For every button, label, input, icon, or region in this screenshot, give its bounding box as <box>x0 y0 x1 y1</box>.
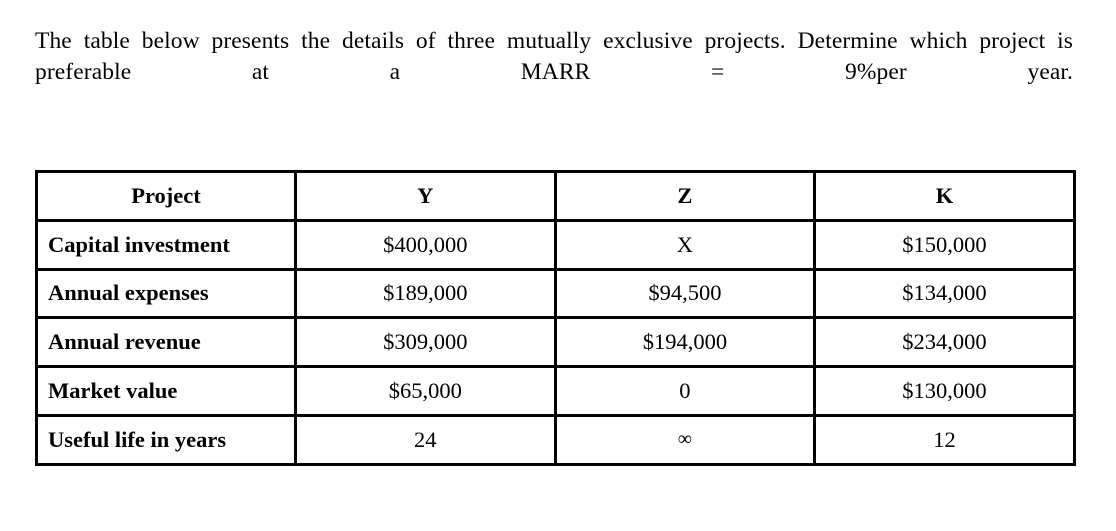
column-header-y: Y <box>294 170 557 222</box>
column-header-project: Project <box>35 170 297 222</box>
cell-capital-investment-y: $400,000 <box>294 218 557 271</box>
cell-annual-expenses-k: $134,000 <box>813 267 1076 320</box>
row-label-annual-revenue: Annual revenue <box>35 316 297 369</box>
column-header-k: K <box>813 170 1076 222</box>
cell-market-value-k: $130,000 <box>813 365 1076 417</box>
cell-useful-life-y: 24 <box>294 413 557 466</box>
row-label-market-value: Market value <box>35 365 297 417</box>
question-block: The table below presents the details of … <box>35 26 1073 119</box>
cell-annual-revenue-k: $234,000 <box>813 316 1076 369</box>
cell-annual-expenses-y: $189,000 <box>294 267 557 320</box>
cell-annual-revenue-y: $309,000 <box>294 316 557 369</box>
cell-capital-investment-k: $150,000 <box>813 218 1076 271</box>
column-header-z: Z <box>553 170 817 222</box>
row-label-useful-life: Useful life in years <box>35 413 297 466</box>
table-header: Project Y Z K <box>35 170 1076 222</box>
cell-annual-expenses-z: $94,500 <box>553 267 817 320</box>
row-label-annual-expenses: Annual expenses <box>35 267 297 320</box>
table-row: Useful life in years 24 ∞ 12 <box>35 413 1076 466</box>
table-row: Annual revenue $309,000 $194,000 $234,00… <box>35 316 1076 369</box>
page-root: The table below presents the details of … <box>0 0 1116 531</box>
row-label-capital-investment: Capital investment <box>35 218 297 271</box>
project-comparison-table: Project Y Z K Capital investment $400,00… <box>35 170 1076 466</box>
cell-capital-investment-z: X <box>553 218 817 271</box>
project-table-container: Project Y Z K Capital investment $400,00… <box>35 170 1076 466</box>
question-text: The table below presents the details of … <box>35 28 1073 85</box>
cell-market-value-y: $65,000 <box>294 365 557 417</box>
cell-annual-revenue-z: $194,000 <box>553 316 817 369</box>
cell-useful-life-k: 12 <box>813 413 1076 466</box>
table-row: Capital investment $400,000 X $150,000 <box>35 218 1076 271</box>
cell-market-value-z: 0 <box>553 365 817 417</box>
table-header-row: Project Y Z K <box>35 170 1076 222</box>
table-row: Market value $65,000 0 $130,000 <box>35 365 1076 417</box>
table-row: Annual expenses $189,000 $94,500 $134,00… <box>35 267 1076 320</box>
cell-useful-life-z: ∞ <box>553 413 817 466</box>
table-body: Capital investment $400,000 X $150,000 A… <box>35 218 1076 466</box>
